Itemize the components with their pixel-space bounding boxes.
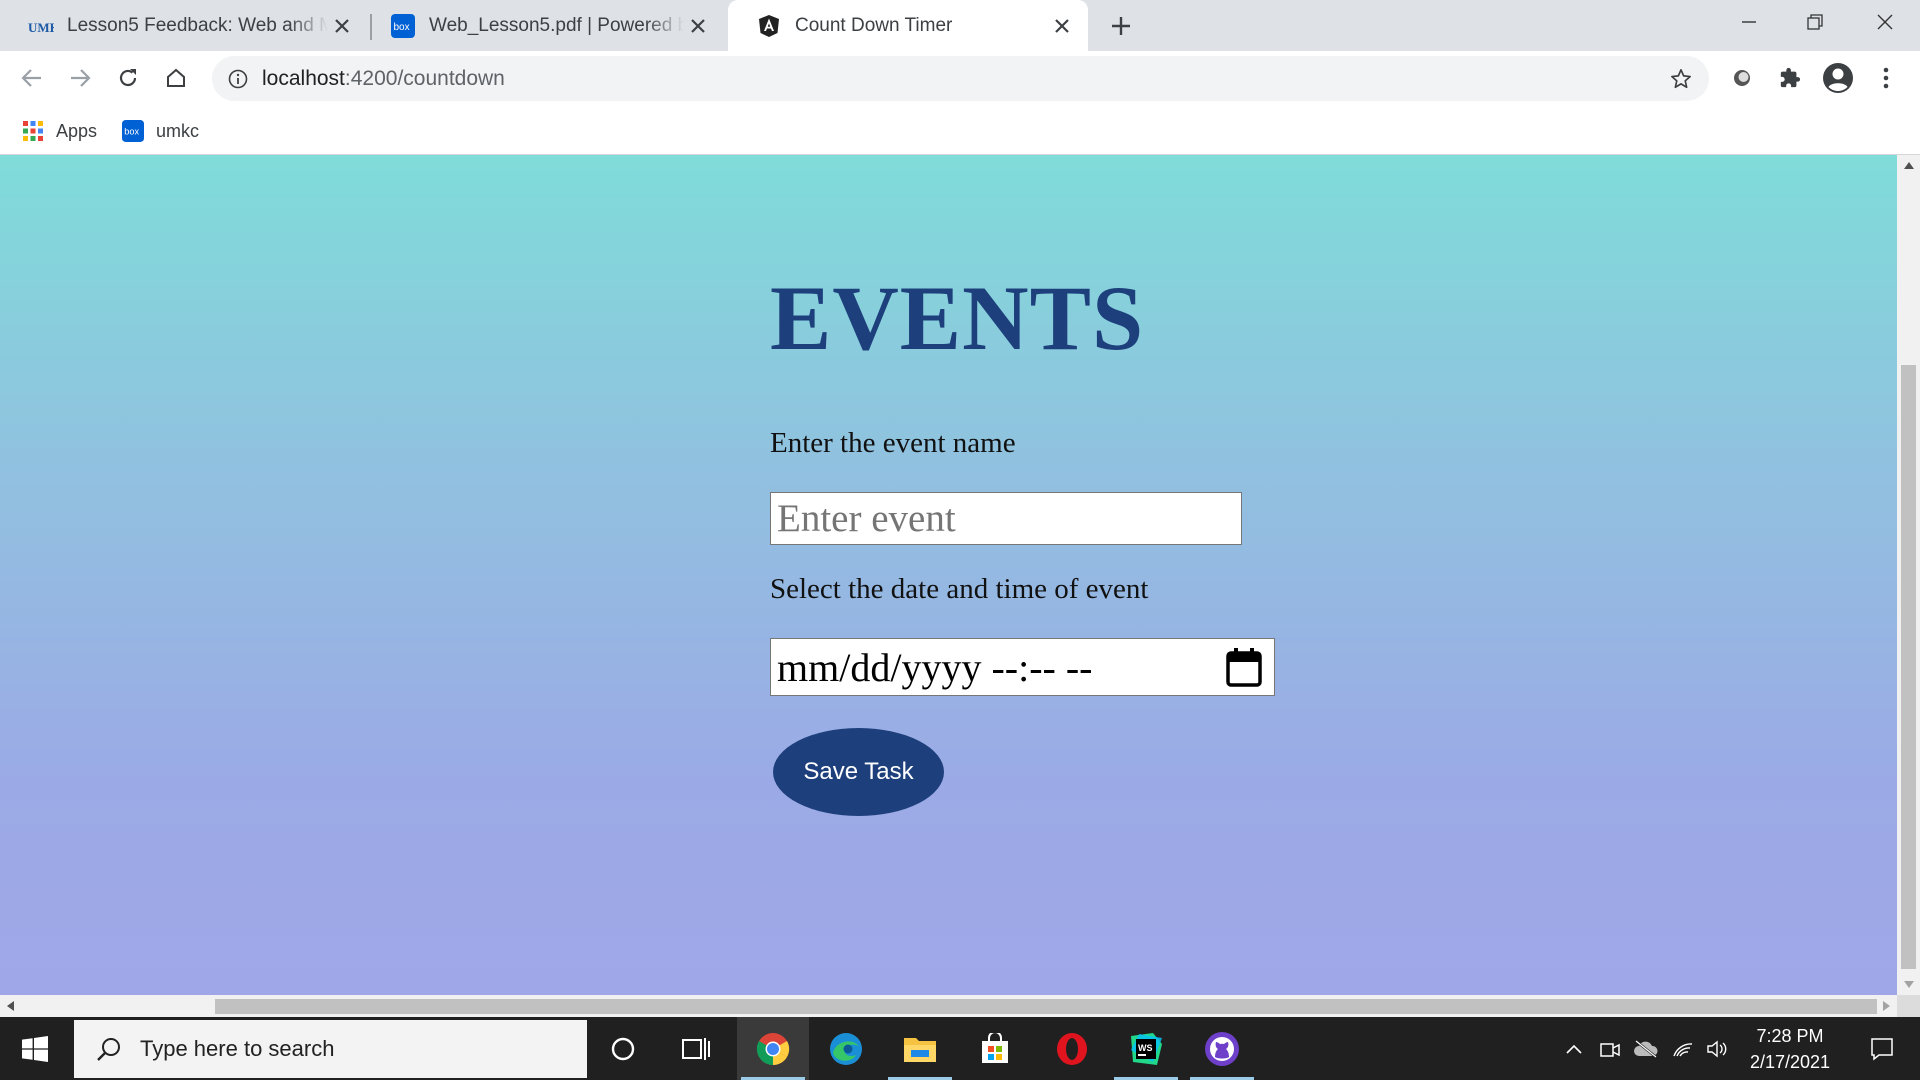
meet-now-icon[interactable]	[1596, 1017, 1624, 1080]
search-icon	[94, 1034, 124, 1064]
opera-icon[interactable]	[1036, 1017, 1108, 1080]
tab-title: Lesson5 Feedback: Web and Mobile	[67, 14, 328, 36]
close-window-icon[interactable]	[1852, 0, 1918, 44]
event-name-input[interactable]	[770, 492, 1242, 545]
horizontal-scrollbar[interactable]	[0, 995, 1897, 1017]
cortana-circle-icon[interactable]	[587, 1017, 659, 1080]
save-task-button[interactable]: Save Task	[773, 728, 944, 816]
bookmark-label: umkc	[156, 120, 200, 141]
bookmark-umkc[interactable]: box umkc	[122, 116, 199, 146]
taskbar-clock[interactable]: 7:28 PM 2/17/2021	[1730, 1023, 1850, 1075]
reload-icon[interactable]	[110, 60, 146, 96]
chrome-icon[interactable]	[737, 1017, 809, 1080]
onedrive-offline-icon[interactable]	[1630, 1017, 1662, 1080]
volume-icon[interactable]	[1702, 1017, 1732, 1080]
extension-circle-icon[interactable]	[1724, 60, 1760, 96]
show-hidden-icons-chevron-icon[interactable]	[1560, 1017, 1588, 1080]
datetime-value: mm/dd/yyyy --:-- --	[777, 644, 1093, 690]
tab-lesson5-feedback[interactable]: UMKC Lesson5 Feedback: Web and Mobile	[0, 0, 368, 51]
box-logo-icon: box	[390, 13, 416, 39]
wifi-icon[interactable]	[1668, 1017, 1698, 1080]
url-path: :4200/countdown	[344, 66, 505, 90]
more-menu-icon[interactable]	[1868, 60, 1904, 96]
url-text: localhost:4200/countdown	[262, 67, 505, 91]
site-info-icon[interactable]	[226, 67, 250, 91]
windows-start-icon[interactable]	[0, 1017, 70, 1080]
event-datetime-input[interactable]: mm/dd/yyyy --:-- --	[770, 638, 1275, 696]
bookmark-apps[interactable]: Apps	[22, 116, 97, 146]
url-host: localhost	[262, 66, 345, 90]
svg-text:UMKC: UMKC	[28, 20, 54, 35]
edge-icon[interactable]	[810, 1017, 882, 1080]
github-desktop-icon[interactable]	[1186, 1017, 1258, 1080]
scrollbar-corner	[1897, 995, 1920, 1017]
event-name-label: Enter the event name	[770, 427, 1016, 459]
bookmarks-bar: Apps box umkc	[0, 106, 1920, 155]
profile-avatar-icon[interactable]	[1820, 60, 1856, 96]
restore-window-icon[interactable]	[1782, 0, 1848, 44]
scroll-left-arrow-icon[interactable]	[0, 995, 20, 1017]
umkc-logo-icon: UMKC	[28, 13, 54, 39]
box-logo-icon: box	[122, 120, 144, 142]
tab-title: Count Down Timer	[795, 14, 953, 36]
page-viewport: EVENTS Enter the event name Select the d…	[0, 155, 1897, 995]
back-arrow-icon[interactable]	[14, 60, 50, 96]
clock-time: 7:28 PM	[1756, 1026, 1824, 1046]
minimize-window-icon[interactable]	[1716, 0, 1782, 44]
horizontal-scroll-thumb[interactable]	[215, 999, 1877, 1014]
close-tab-icon[interactable]	[684, 12, 712, 40]
browser-toolbar: localhost:4200/countdown	[0, 51, 1920, 106]
tab-count-down-timer[interactable]: Count Down Timer	[728, 0, 1088, 51]
svg-text:box: box	[394, 22, 410, 33]
page-title: EVENTS	[770, 267, 1145, 369]
forward-arrow-icon[interactable]	[62, 60, 98, 96]
browser-tab-strip: UMKC Lesson5 Feedback: Web and Mobile bo…	[0, 0, 1920, 51]
webstorm-icon[interactable]: WS	[1110, 1017, 1182, 1080]
action-center-icon[interactable]	[1852, 1017, 1912, 1080]
tab-title: Web_Lesson5.pdf | Powered by Box	[429, 14, 684, 36]
search-placeholder: Type here to search	[140, 1036, 335, 1061]
taskbar-search-box[interactable]: Type here to search	[74, 1020, 587, 1078]
vertical-scrollbar[interactable]	[1897, 155, 1920, 995]
event-date-label: Select the date and time of event	[770, 573, 1149, 605]
svg-text:box: box	[124, 127, 139, 137]
bookmark-label: Apps	[56, 120, 98, 141]
calendar-icon[interactable]	[1224, 647, 1264, 687]
file-explorer-icon[interactable]	[884, 1017, 956, 1080]
apps-grid-icon	[22, 120, 44, 142]
tab-web-lesson5-pdf[interactable]: box Web_Lesson5.pdf | Powered by Box	[362, 0, 724, 51]
task-view-icon[interactable]	[660, 1017, 732, 1080]
bookmark-star-icon[interactable]	[1667, 65, 1695, 93]
address-bar[interactable]: localhost:4200/countdown	[212, 56, 1709, 101]
windows-taskbar: Type here to search WS 7:28 PM 2/17/2021	[0, 1017, 1920, 1080]
scroll-up-arrow-icon[interactable]	[1897, 155, 1920, 175]
home-icon[interactable]	[158, 60, 194, 96]
svg-text:WS: WS	[1138, 1043, 1153, 1053]
new-tab-button[interactable]	[1105, 10, 1137, 42]
extensions-puzzle-icon[interactable]	[1772, 60, 1808, 96]
close-tab-icon[interactable]	[328, 12, 356, 40]
angular-logo-icon	[756, 13, 782, 39]
scroll-right-arrow-icon[interactable]	[1877, 995, 1897, 1017]
store-icon[interactable]	[959, 1017, 1031, 1080]
vertical-scroll-thumb[interactable]	[1901, 365, 1916, 969]
close-tab-icon[interactable]	[1048, 12, 1076, 40]
scroll-down-arrow-icon[interactable]	[1897, 975, 1920, 995]
clock-date: 2/17/2021	[1749, 1052, 1831, 1072]
